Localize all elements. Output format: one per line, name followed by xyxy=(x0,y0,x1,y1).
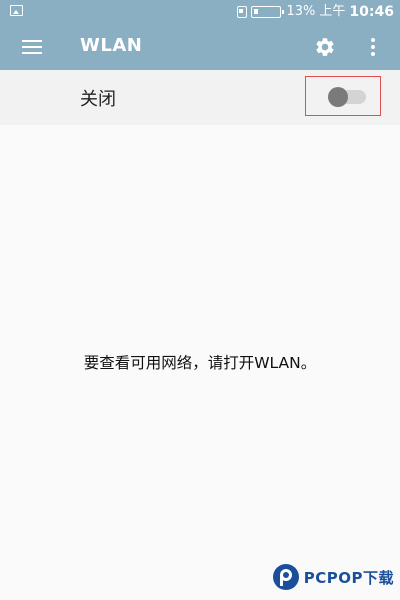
status-time: 10:46 xyxy=(349,4,394,20)
sim-card-icon xyxy=(236,6,247,18)
page-title: WLAN xyxy=(80,35,143,56)
status-bar: 13% 上午 10:46 xyxy=(0,0,400,24)
more-options-icon[interactable] xyxy=(364,38,382,56)
image-notification-icon xyxy=(10,5,23,16)
battery-percent: 13% xyxy=(286,4,316,19)
battery-icon xyxy=(250,6,284,18)
empty-network-message: 要查看可用网络，请打开WLAN。 xyxy=(83,354,317,372)
wlan-status-label: 关闭 xyxy=(80,89,116,110)
wlan-settings-screen: 13% 上午 10:46 WLAN 关闭 要查看可用网络，请打开WLAN。 PC… xyxy=(0,0,400,600)
watermark: PCPOP下载 xyxy=(272,560,394,594)
watermark-text: PCPOP下载 xyxy=(303,568,394,587)
gear-icon[interactable] xyxy=(314,36,336,58)
network-list-area: 要查看可用网络，请打开WLAN。 xyxy=(0,125,400,600)
wlan-toggle-row[interactable]: 关闭 xyxy=(0,70,400,125)
app-bar: WLAN xyxy=(0,24,400,70)
pcpop-logo-icon xyxy=(272,564,299,590)
time-period: 上午 xyxy=(319,4,346,19)
toggle-knob xyxy=(328,87,348,107)
menu-icon[interactable] xyxy=(22,40,42,54)
status-right-group: 13% 上午 10:46 xyxy=(236,3,394,21)
wlan-toggle-switch[interactable] xyxy=(328,87,366,107)
